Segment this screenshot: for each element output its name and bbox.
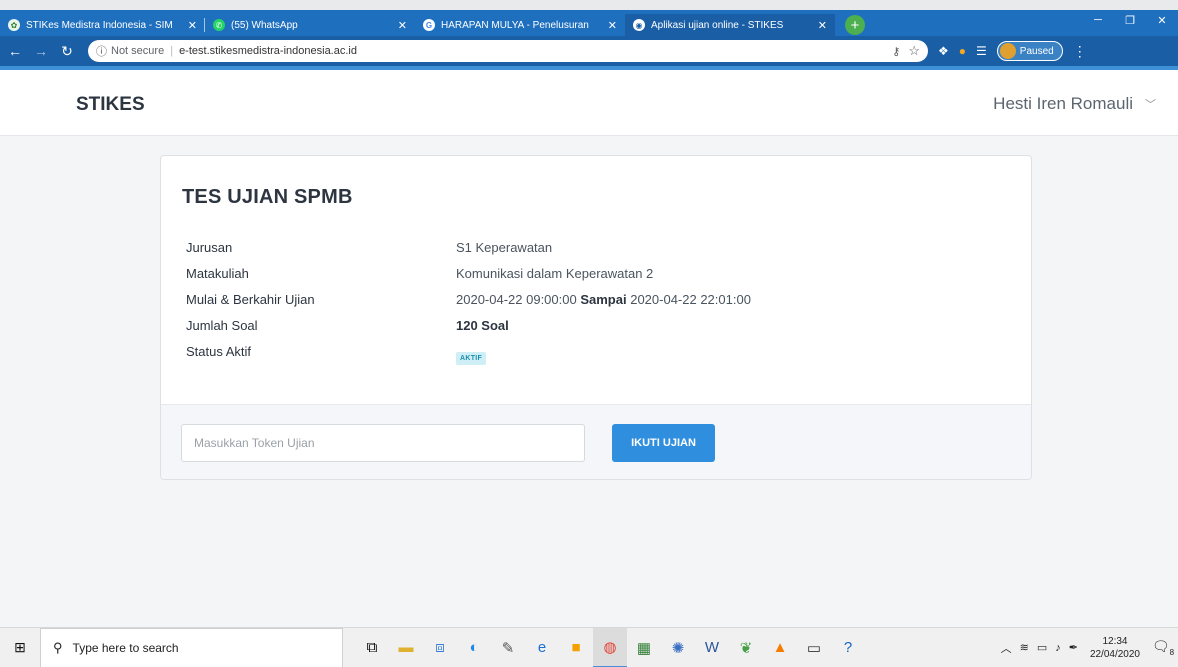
key-icon[interactable]: ⚷: [892, 45, 900, 58]
tab-title: HARAPAN MULYA - Penelusuran: [441, 19, 589, 31]
leaf-app-icon[interactable]: ❦: [729, 628, 763, 667]
search-placeholder: Type here to search: [72, 640, 179, 655]
field-value: Komunikasi dalam Keperawatan 2: [456, 266, 654, 281]
tab-title: (55) WhatsApp: [231, 19, 298, 31]
leaf-icon: ✿: [8, 19, 20, 31]
question-count: 120 Soal: [456, 318, 509, 333]
field-value: 120 Soal: [456, 318, 509, 333]
user-name: Hesti Iren Romauli: [993, 94, 1133, 113]
pen-icon[interactable]: ✒: [1069, 641, 1078, 654]
clock[interactable]: 12:34 22/04/2020: [1090, 635, 1140, 661]
clock-date: 22/04/2020: [1089, 648, 1140, 660]
minimize-icon[interactable]: ─: [1082, 10, 1114, 30]
vlc-icon[interactable]: ▲: [763, 628, 797, 667]
cortana-icon[interactable]: ◐: [457, 628, 491, 667]
edge-icon[interactable]: e: [525, 628, 559, 667]
notification-count: 8: [1169, 647, 1175, 657]
bookmark-star-icon[interactable]: ☆: [908, 43, 920, 59]
terminal-icon[interactable]: ▭: [797, 628, 831, 667]
tab-google-search[interactable]: G HARAPAN MULYA - Penelusuran ✕: [415, 14, 625, 36]
extension-icon[interactable]: ●: [959, 44, 966, 58]
restore-icon[interactable]: ❐: [1114, 10, 1146, 30]
tab-stikes-sim[interactable]: ✿ STIKes Medistra Indonesia - SIM ✕: [0, 14, 205, 36]
back-icon[interactable]: ←: [4, 43, 26, 59]
field-label: Jurusan: [186, 240, 233, 255]
sticky-notes-icon[interactable]: ■: [559, 628, 593, 667]
browser-tab-bar: ✿ STIKes Medistra Indonesia - SIM ✕ ✆ (5…: [0, 10, 1178, 36]
token-form: IKUTI UJIAN: [161, 404, 1031, 479]
google-icon: G: [423, 19, 435, 31]
tab-whatsapp[interactable]: ✆ (55) WhatsApp ✕: [205, 14, 415, 36]
new-tab-button[interactable]: +: [845, 15, 865, 35]
app-header: STIKES Hesti Iren Romauli ﹀: [0, 70, 1178, 136]
profile-status: Paused: [1019, 45, 1054, 57]
brand-logo[interactable]: STIKES: [76, 94, 145, 116]
tab-aplikasi-ujian[interactable]: ◉ Aplikasi ujian online - STIKES ✕: [625, 14, 835, 36]
end-time: 2020-04-22 22:01:00: [630, 292, 751, 307]
tab-title: Aplikasi ujian online - STIKES: [651, 19, 784, 31]
file-explorer-icon[interactable]: ▬: [389, 628, 423, 667]
field-label: Matakuliah: [186, 266, 249, 281]
tab-title: STIKes Medistra Indonesia - SIM: [26, 19, 173, 31]
close-icon[interactable]: ✕: [188, 19, 197, 32]
paint-icon[interactable]: ✎: [491, 628, 525, 667]
wifi-icon[interactable]: ≋: [1020, 641, 1029, 654]
status-badge: AKTIF: [456, 352, 487, 365]
ikuti-ujian-button[interactable]: IKUTI UJIAN: [612, 424, 715, 462]
page-title: TES UJIAN SPMB: [182, 186, 353, 208]
reload-icon[interactable]: ↻: [56, 43, 78, 60]
word-icon[interactable]: W: [695, 628, 729, 667]
time-separator: Sampai: [580, 292, 627, 307]
chevron-down-icon: ﹀: [1145, 99, 1156, 111]
divider: |: [170, 45, 174, 57]
avatar: [999, 43, 1016, 59]
browser-toolbar: ← → ↻ ⓘ Not secure | e-test.stikesmedist…: [0, 36, 1178, 66]
close-icon[interactable]: ✕: [608, 19, 617, 32]
start-time: 2020-04-22 09:00:00: [456, 292, 577, 307]
field-value: AKTIF: [456, 348, 487, 365]
more-menu-icon[interactable]: ⋮: [1073, 43, 1087, 60]
field-value: S1 Keperawatan: [456, 240, 553, 255]
close-icon[interactable]: ✕: [818, 19, 827, 32]
globe-icon: ◉: [633, 19, 645, 31]
address-bar[interactable]: ⓘ Not secure | e-test.stikesmedistra-ind…: [88, 40, 928, 62]
clock-time: 12:34: [1102, 635, 1128, 647]
help-icon[interactable]: ?: [831, 628, 865, 667]
close-icon[interactable]: ✕: [398, 19, 407, 32]
reading-list-icon[interactable]: ☰: [976, 44, 987, 58]
profile-button[interactable]: Paused: [996, 41, 1063, 61]
window-controls: ─ ❐ ✕: [1082, 10, 1178, 30]
url-text[interactable]: e-test.stikesmedistra-indonesia.ac.id: [179, 45, 357, 57]
whatsapp-icon: ✆: [213, 19, 225, 31]
chevron-up-icon[interactable]: ︿: [1001, 640, 1012, 656]
close-window-icon[interactable]: ✕: [1146, 10, 1178, 30]
chrome-icon[interactable]: ◍: [593, 627, 627, 667]
user-menu[interactable]: Hesti Iren Romauli ﹀: [993, 94, 1156, 114]
system-tray: ︿ ≋ ▭ ♪ ✒ 12:34 22/04/2020 🗨8: [997, 628, 1178, 667]
field-value: 2020-04-22 09:00:00 Sampai 2020-04-22 22…: [456, 292, 751, 307]
security-label: Not secure: [111, 45, 165, 57]
excel-icon[interactable]: ▦: [627, 628, 661, 667]
task-view-icon[interactable]: ⧉: [355, 628, 389, 667]
token-input[interactable]: [181, 424, 585, 462]
pinned-apps: ⧉ ▬ ⧈ ◐ ✎ e ■ ◍ ▦ ✺ W ❦ ▲ ▭ ?: [355, 627, 865, 667]
windows-start-icon[interactable]: ⊞: [0, 628, 40, 667]
field-label: Status Aktif: [186, 344, 252, 359]
notification-icon[interactable]: 🗨8: [1148, 638, 1178, 657]
volume-icon[interactable]: ♪: [1055, 642, 1061, 654]
network-icon[interactable]: ⧈: [423, 628, 457, 667]
forward-icon[interactable]: →: [30, 43, 52, 59]
search-icon: ⚲: [53, 639, 63, 655]
windows-taskbar: ⊞ ⚲ Type here to search ⧉ ▬ ⧈ ◐ ✎ e ■ ◍ …: [0, 627, 1178, 667]
taskbar-search[interactable]: ⚲ Type here to search: [40, 627, 343, 667]
battery-icon[interactable]: ▭: [1037, 641, 1047, 654]
exam-card: TES UJIAN SPMB Jurusan S1 Keperawatan Ma…: [160, 155, 1032, 480]
info-icon[interactable]: ⓘ: [96, 43, 107, 59]
field-label: Jumlah Soal: [186, 318, 258, 333]
field-label: Mulai & Berkahir Ujian: [186, 292, 315, 307]
extension-icon[interactable]: ❖: [938, 44, 949, 58]
globe-app-icon[interactable]: ✺: [661, 628, 695, 667]
